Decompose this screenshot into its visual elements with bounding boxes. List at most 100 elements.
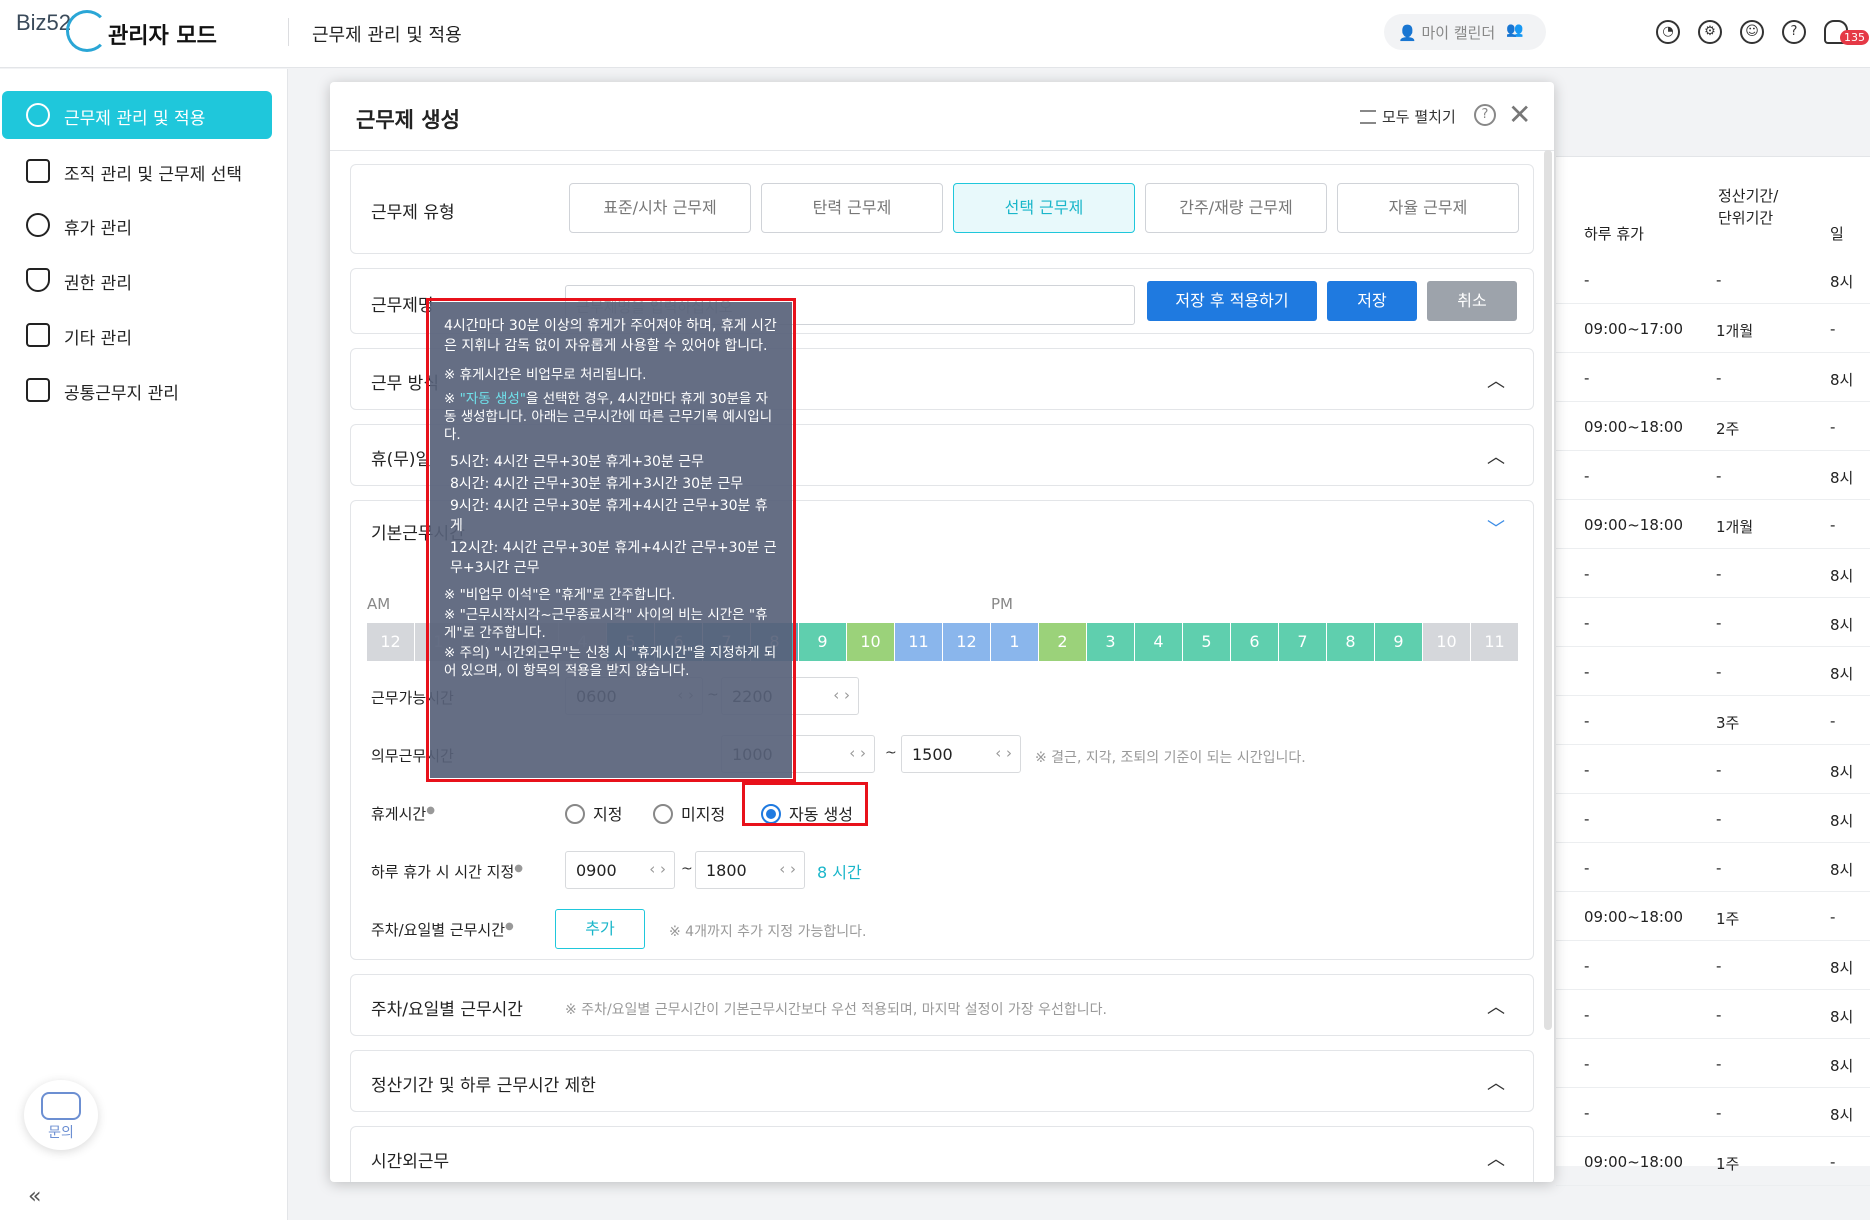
chart-icon[interactable]: ◔ [1656,20,1680,44]
table-row[interactable]: - - 8시 [1556,255,1870,304]
hour-cell[interactable]: 10 [1423,623,1470,661]
table-row[interactable]: - - 8시 [1556,794,1870,843]
dayoff-to-input[interactable]: 1800 ‹ › [695,851,805,889]
table-row[interactable]: 09:00~18:00 1주 - [1556,892,1870,941]
help-icon[interactable]: ? [1782,20,1806,44]
hour-cell[interactable]: 9 [799,623,846,661]
header-divider [288,18,289,46]
collapse-sidebar-icon[interactable]: « [28,1184,41,1209]
expand-all-button[interactable]: 모두 펼치기 [1360,106,1456,127]
table-row[interactable]: - - 8시 [1556,941,1870,990]
table-row[interactable]: - - 8시 [1556,647,1870,696]
table-cell: 09:00~18:00 [1584,418,1684,436]
table-cell: - [1830,418,1836,436]
table-row[interactable]: - - 8시 [1556,990,1870,1039]
hour-cell[interactable]: 12 [943,623,990,661]
table-cell: - [1584,467,1590,485]
stepper-arrows-icon[interactable]: ‹ › [995,744,1012,762]
table-cell: - [1716,663,1722,681]
settlement-period-section[interactable]: 정산기간 및 하루 근무시간 제한 ︿ [350,1050,1534,1112]
table-row[interactable]: 09:00~17:00 1개월 - [1556,304,1870,353]
stepper-arrows-icon[interactable]: ‹ › [779,860,796,878]
add-weekly-button[interactable]: 추가 [555,909,645,949]
break-unassigned-radio[interactable]: 미지정 [653,801,725,825]
save-button[interactable]: 저장 [1327,281,1417,321]
table-cell: 2주 [1716,420,1740,438]
chevron-up-icon[interactable]: ︿ [1487,993,1505,1019]
table-row[interactable]: - - 8시 [1556,745,1870,794]
hour-cell[interactable]: 2 [1039,623,1086,661]
table-row[interactable]: 09:00~18:00 1주 - [1556,1137,1870,1186]
dayoff-from-input[interactable]: 0900 ‹ › [565,851,675,889]
weekly-worktime-section[interactable]: 주차/요일별 근무시간 ※ 주차/요일별 근무시간이 기본근무시간보다 우선 적… [350,974,1534,1036]
table-row[interactable]: - - 8시 [1556,549,1870,598]
hour-cell[interactable]: 8 [1327,623,1374,661]
gear-icon[interactable]: ⚙ [1698,20,1722,44]
type-deemed-button[interactable]: 간주/재량 근무제 [1145,183,1327,233]
modal-scrollbar[interactable] [1544,150,1552,1030]
close-icon[interactable]: ✕ [1508,98,1531,131]
sidebar-item-etc[interactable]: 기타 관리 [2,311,272,359]
type-standard-button[interactable]: 표준/시차 근무제 [569,183,751,233]
type-selective-button[interactable]: 선택 근무제 [953,183,1135,233]
table-row[interactable]: - - 8시 [1556,843,1870,892]
hour-cell[interactable]: 12 [367,623,414,661]
hour-cell[interactable]: 5 [1183,623,1230,661]
sidebar-item-permission[interactable]: 권한 관리 [2,256,272,304]
sidebar-item-organization[interactable]: 조직 관리 및 근무제 선택 [2,147,272,195]
hour-cell[interactable]: 1 [991,623,1038,661]
hour-cell[interactable]: 6 [1231,623,1278,661]
chevron-up-icon[interactable]: ︿ [1487,367,1505,393]
chevron-up-icon[interactable]: ︿ [1487,1069,1505,1095]
table-row[interactable]: 09:00~18:00 2주 - [1556,402,1870,451]
hour-cell[interactable]: 4 [1135,623,1182,661]
hour-cell[interactable]: 11 [895,623,942,661]
my-calendar-button[interactable]: 👤 마이 캘린더 👥 [1384,14,1546,50]
inquiry-chat-button[interactable]: 문의 [24,1080,98,1150]
table-row[interactable]: - 3주 - [1556,696,1870,745]
background-table: 하루 휴가 정산기간/ 단위기간 일 - -8시 09:00~17:00 1개월 - - -… [1556,156,1870,1186]
type-autonomous-button[interactable]: 자율 근무제 [1337,183,1519,233]
table-cell: 1개월 [1716,322,1754,340]
stepper-arrows-icon[interactable]: ‹ › [833,686,850,704]
hour-cell[interactable]: 10 [847,623,894,661]
hour-cell[interactable]: 7 [1279,623,1326,661]
sidebar-item-worksystem[interactable]: 근무제 관리 및 적용 [2,91,272,139]
mandatory-to-input[interactable]: 1500 ‹ › [901,735,1021,773]
table-cell: - [1830,908,1836,926]
am-label: AM [367,595,391,613]
chevron-up-icon[interactable]: ︿ [1487,1145,1505,1171]
radio-icon [653,804,673,824]
table-row[interactable]: - - 8시 [1556,598,1870,647]
table-row[interactable]: - - 8시 [1556,1039,1870,1088]
building-icon [26,378,50,402]
hour-cell[interactable]: 11 [1471,623,1518,661]
help-icon[interactable]: ? [1474,104,1496,126]
hour-cell[interactable]: 3 [1087,623,1134,661]
table-cell: - [1716,369,1722,387]
user-circle-icon[interactable]: ☺ [1740,20,1764,44]
col-header-day: 일 [1830,225,1844,243]
chevron-down-icon[interactable]: ﹀ [1487,515,1505,541]
hour-cell[interactable]: 9 [1375,623,1422,661]
chevron-up-icon[interactable]: ︿ [1487,443,1505,469]
sidebar-item-vacation[interactable]: 휴가 관리 [2,201,272,249]
sidebar-item-workplace[interactable]: 공통근무지 관리 [2,366,272,414]
col-header-dayoff: 하루 휴가 [1584,225,1644,243]
stepper-arrows-icon[interactable]: ‹ › [649,860,666,878]
table-row[interactable]: - - 8시 [1556,1088,1870,1137]
table-row[interactable]: - - 8시 [1556,451,1870,500]
overtime-section[interactable]: 시간외근무 ︿ [350,1126,1534,1182]
cancel-button[interactable]: 취소 [1427,281,1517,321]
break-assigned-radio[interactable]: 지정 [565,801,622,825]
stepper-arrows-icon[interactable]: ‹ › [849,744,866,762]
save-and-apply-button[interactable]: 저장 후 적용하기 [1147,281,1317,321]
biz52-logo[interactable]: Biz52 [16,10,108,54]
table-row[interactable]: 09:00~18:00 1개월 - [1556,500,1870,549]
table-cell: - [1584,957,1590,975]
type-flexible-button[interactable]: 탄력 근무제 [761,183,943,233]
table-row[interactable]: - - 8시 [1556,353,1870,402]
table-cell: - [1584,565,1590,583]
people-icon[interactable]: 👥 [1506,22,1523,38]
table-cell: 8시 [1830,1106,1854,1124]
